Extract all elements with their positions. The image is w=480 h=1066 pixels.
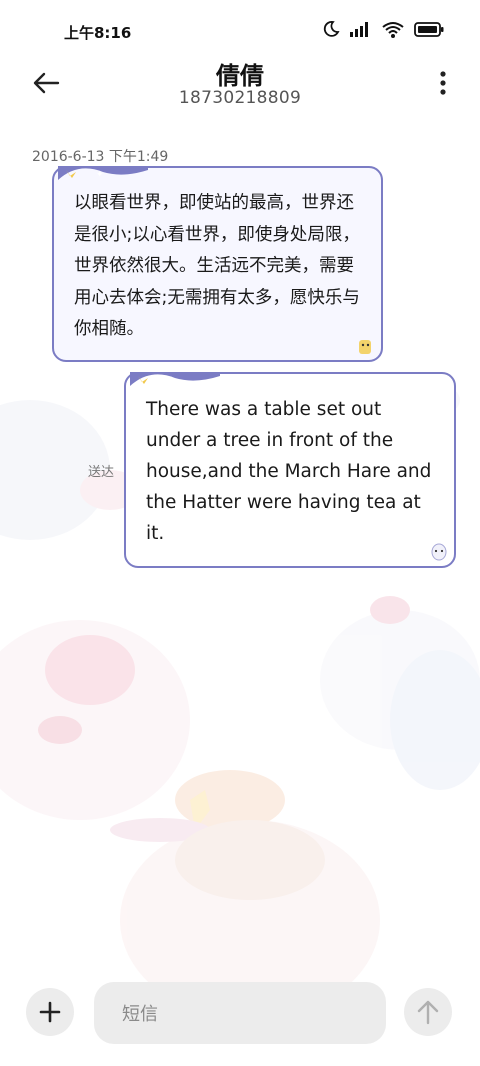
outgoing-message-bubble[interactable]: ✦ There was a table set out under a tree… — [124, 372, 456, 568]
battery-icon — [414, 21, 444, 37]
conversation-header: 倩倩 18730218809 — [0, 52, 480, 112]
status-time: 上午8:16 — [64, 24, 132, 42]
arrow-up-icon — [417, 1000, 439, 1025]
delivery-status: 送达 — [88, 465, 115, 480]
add-attachment-button[interactable] — [26, 988, 74, 1036]
bubble-corner-sticker-icon — [359, 340, 371, 354]
contact-name: 倩倩 — [216, 62, 264, 90]
more-options-button[interactable] — [436, 70, 450, 96]
message-text: There was a table set out under a tree i… — [146, 399, 432, 544]
plus-icon — [39, 1001, 61, 1023]
bubble-decoration-icon: ✦ — [130, 372, 220, 386]
message-text: 以眼看世界，即使站的最高，世界还是很小;以心看世界，即使身处局限，世界依然很大。… — [74, 193, 360, 339]
contact-phone-number: 18730218809 — [178, 88, 302, 108]
moon-icon — [323, 21, 340, 37]
message-input-placeholder: 短信 — [122, 1004, 158, 1025]
message-input[interactable]: 短信 — [94, 982, 386, 1044]
cellular-signal-icon — [350, 22, 368, 37]
bubble-corner-sticker-icon — [431, 543, 447, 561]
wifi-icon — [382, 21, 404, 38]
incoming-message-bubble[interactable]: ✦ 以眼看世界，即使站的最高，世界还是很小;以心看世界，即使身处局限，世界依然很… — [52, 166, 383, 362]
svg-text:✦: ✦ — [168, 376, 176, 386]
svg-text:✦: ✦ — [96, 170, 104, 180]
message-timestamp: 2016-6-13 下午1:49 — [32, 149, 169, 165]
bubble-decoration-icon: ✦ — [58, 166, 148, 180]
more-vertical-icon — [440, 71, 446, 95]
status-icons — [322, 20, 444, 38]
send-button[interactable] — [404, 988, 452, 1036]
message-composer: 短信 — [0, 982, 480, 1044]
